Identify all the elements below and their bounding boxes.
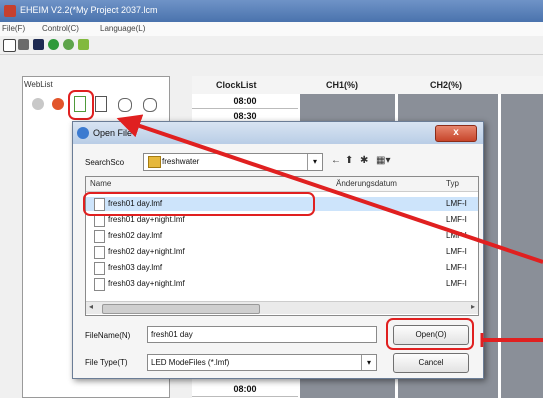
- annotation-arrow-to-open-icon: [116, 114, 543, 264]
- annotation-overlay: [116, 114, 543, 347]
